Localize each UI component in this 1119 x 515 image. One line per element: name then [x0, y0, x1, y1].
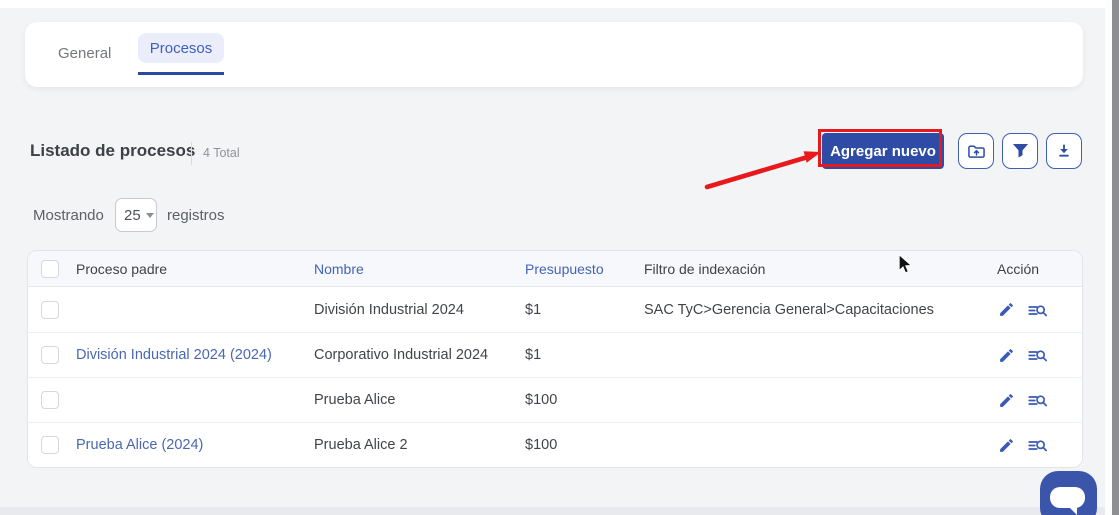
budget-cell: $1 — [523, 302, 642, 318]
import-folder-button[interactable] — [958, 133, 994, 169]
edit-button[interactable] — [998, 437, 1015, 454]
parent-process-link[interactable]: División Industrial 2024 (2024) — [74, 347, 312, 363]
showing-label-prefix: Mostrando — [33, 207, 104, 224]
view-details-button[interactable] — [1028, 346, 1048, 364]
table-row: División Industrial 2024 (2024) Corporat… — [28, 332, 1082, 377]
edit-pencil-icon — [998, 392, 1015, 409]
search-list-icon — [1028, 436, 1048, 454]
edit-pencil-icon — [998, 437, 1015, 454]
header-presupuesto[interactable]: Presupuesto — [523, 261, 642, 277]
procesos-page: General Procesos Listado de procesos 4 T… — [0, 0, 1119, 515]
add-new-button[interactable]: Agregar nuevo — [822, 133, 944, 169]
name-cell: Prueba Alice 2 — [312, 437, 523, 453]
budget-cell: $1 — [523, 347, 642, 363]
budget-cell: $100 — [523, 392, 642, 408]
view-details-button[interactable] — [1028, 301, 1048, 319]
name-cell: Corporativo Industrial 2024 — [312, 347, 523, 363]
index-filter-cell: SAC TyC>Gerencia General>Capacitaciones — [642, 302, 995, 318]
tab-general[interactable]: General — [58, 22, 111, 85]
budget-cell: $100 — [523, 437, 642, 453]
export-download-button[interactable] — [1046, 133, 1082, 169]
folder-upload-icon — [967, 143, 986, 160]
header-accion: Acción — [995, 261, 1082, 277]
header-nombre[interactable]: Nombre — [312, 261, 523, 277]
table-header-row: Proceso padre Nombre Presupuesto Filtro … — [28, 251, 1082, 287]
search-list-icon — [1028, 346, 1048, 364]
process-table: Proceso padre Nombre Presupuesto Filtro … — [27, 250, 1083, 468]
tabs-card: General Procesos — [25, 22, 1083, 87]
edit-pencil-icon — [998, 301, 1015, 318]
showing-label-suffix: registros — [167, 207, 225, 224]
table-row: Prueba Alice $100 — [28, 377, 1082, 422]
edit-button[interactable] — [998, 392, 1015, 409]
chat-bubble-icon — [1050, 487, 1085, 508]
download-icon — [1056, 143, 1072, 159]
row-checkbox[interactable] — [41, 346, 59, 364]
edit-pencil-icon — [998, 347, 1015, 364]
active-tab-underline — [138, 72, 224, 75]
select-all-checkbox[interactable] — [41, 260, 59, 278]
search-list-icon — [1028, 391, 1048, 409]
header-filtro: Filtro de indexación — [642, 261, 995, 277]
filter-icon — [1012, 143, 1029, 159]
search-list-icon — [1028, 301, 1048, 319]
total-count-badge: 4 Total — [203, 146, 240, 160]
filter-button[interactable] — [1002, 133, 1038, 169]
edit-button[interactable] — [998, 301, 1015, 318]
chat-widget-button[interactable] — [1040, 471, 1097, 515]
row-checkbox[interactable] — [41, 391, 59, 409]
page-size-select[interactable]: 25 — [115, 198, 157, 232]
edit-button[interactable] — [998, 347, 1015, 364]
header-proceso-padre: Proceso padre — [74, 261, 312, 277]
page-size-value: 25 — [124, 207, 141, 224]
view-details-button[interactable] — [1028, 436, 1048, 454]
bottom-strip — [0, 507, 1119, 515]
table-row: Prueba Alice (2024) Prueba Alice 2 $100 — [28, 422, 1082, 467]
chevron-down-icon — [146, 213, 154, 218]
name-cell: Prueba Alice — [312, 392, 523, 408]
name-cell: División Industrial 2024 — [312, 302, 523, 318]
annotation-arrow — [700, 142, 825, 194]
scrollbar-thumb[interactable] — [1112, 0, 1119, 515]
row-checkbox[interactable] — [41, 301, 59, 319]
chat-bubble-tail — [1069, 507, 1077, 515]
parent-process-link[interactable]: Prueba Alice (2024) — [74, 437, 312, 453]
page-title: Listado de procesos — [30, 141, 195, 161]
view-details-button[interactable] — [1028, 391, 1048, 409]
title-divider — [191, 142, 192, 165]
table-row: División Industrial 2024 $1 SAC TyC>Gere… — [28, 287, 1082, 332]
row-checkbox[interactable] — [41, 436, 59, 454]
tab-procesos[interactable]: Procesos — [138, 33, 224, 63]
top-strip — [0, 0, 1119, 8]
